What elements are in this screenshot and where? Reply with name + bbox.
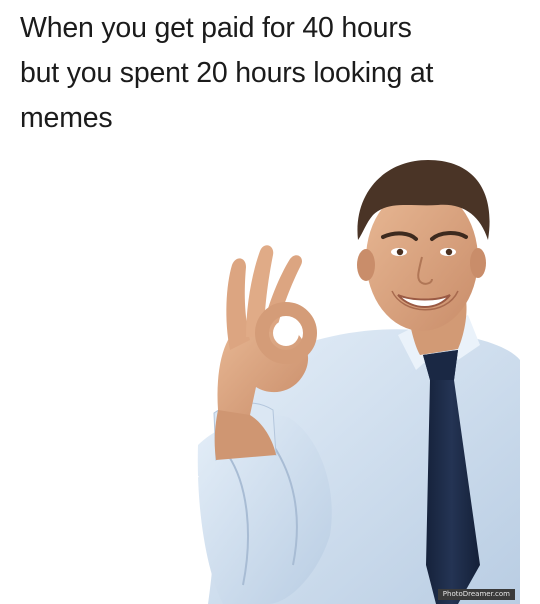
meme-caption: When you get paid for 40 hours but you s…	[20, 6, 525, 141]
meme-photo: Humor_me_pink PhotoDreamer.com	[18, 155, 520, 604]
stock-photo-badge: PhotoDreamer.com	[437, 589, 515, 600]
caption-line-1: When you get paid for 40 hours	[20, 12, 412, 44]
businessman-ok-gesture-illustration	[197, 160, 520, 604]
caption-line-3: memes	[20, 102, 113, 134]
caption-line-2: but you spent 20 hours looking at	[20, 57, 434, 89]
